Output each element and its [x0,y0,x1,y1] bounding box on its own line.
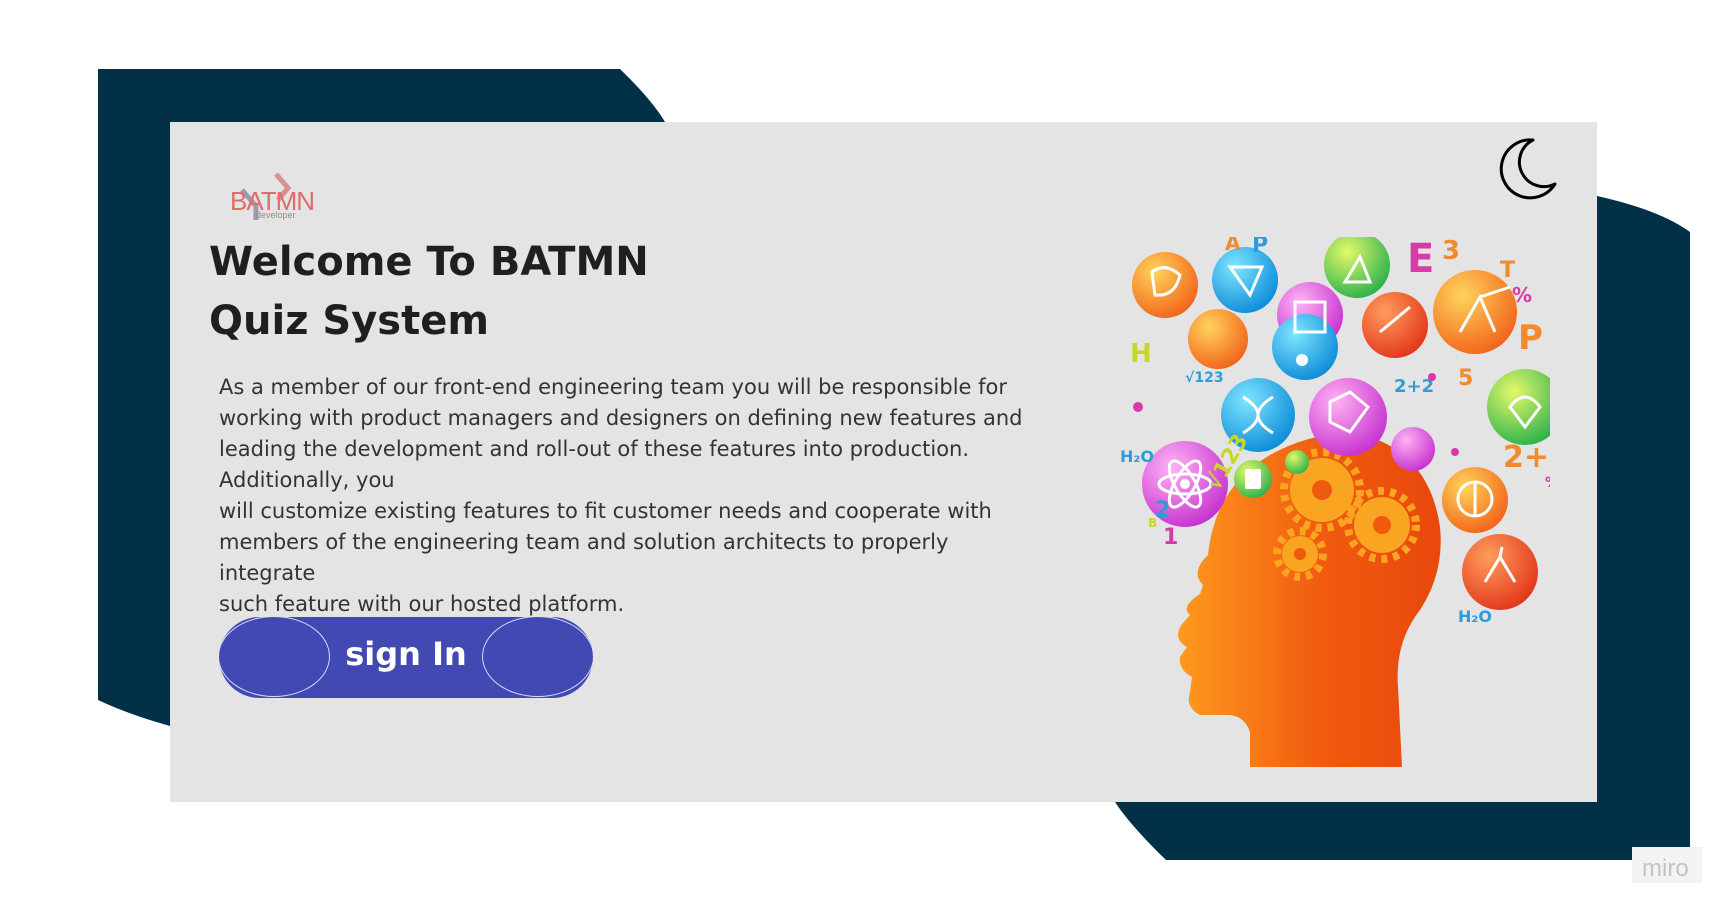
svg-text:H: H [1130,339,1152,369]
svg-text:√123: √123 [1185,370,1224,386]
education-head-icon: A P E 3 T % P H 2+2 5 2+2 H₂O √123 2 1 B… [1120,237,1550,767]
sign-in-button[interactable]: sign In [219,617,593,698]
title-line-2: Quiz System [209,298,490,344]
moon-icon[interactable] [1497,136,1557,200]
svg-text:H₂O: H₂O [1120,447,1154,466]
page-title: Welcome To BATMN Quiz System [209,233,729,351]
title-line-1: Welcome To BATMN [209,239,649,285]
svg-text:T: T [1500,258,1515,283]
svg-text:2+2: 2+2 [1503,440,1550,475]
svg-text:2: 2 [1155,498,1170,523]
svg-text:A: A [1225,237,1241,255]
svg-text:%: % [1512,283,1532,307]
svg-text:H₂O: H₂O [1458,607,1492,626]
welcome-card: BATMN developer Welcome To BATMN Quiz Sy… [170,122,1597,802]
batmn-logo: BATMN developer [218,160,328,220]
svg-text:%: % [1545,475,1550,491]
svg-text:P: P [1252,237,1268,258]
svg-text:1: 1 [1163,525,1178,550]
description-text: As a member of our front-end engineering… [219,375,1023,616]
miro-watermark-text: miro [1642,855,1689,882]
svg-text:2+2: 2+2 [1394,376,1434,397]
svg-text:E: E [1407,237,1434,282]
svg-text:3: 3 [1442,237,1460,266]
sign-in-label: sign In [345,635,467,673]
logo-subtext: developer [256,210,296,220]
svg-text:P: P [1518,318,1543,358]
svg-text:B: B [1148,516,1157,530]
miro-watermark: miro [1632,847,1702,883]
svg-text:5: 5 [1458,366,1473,391]
